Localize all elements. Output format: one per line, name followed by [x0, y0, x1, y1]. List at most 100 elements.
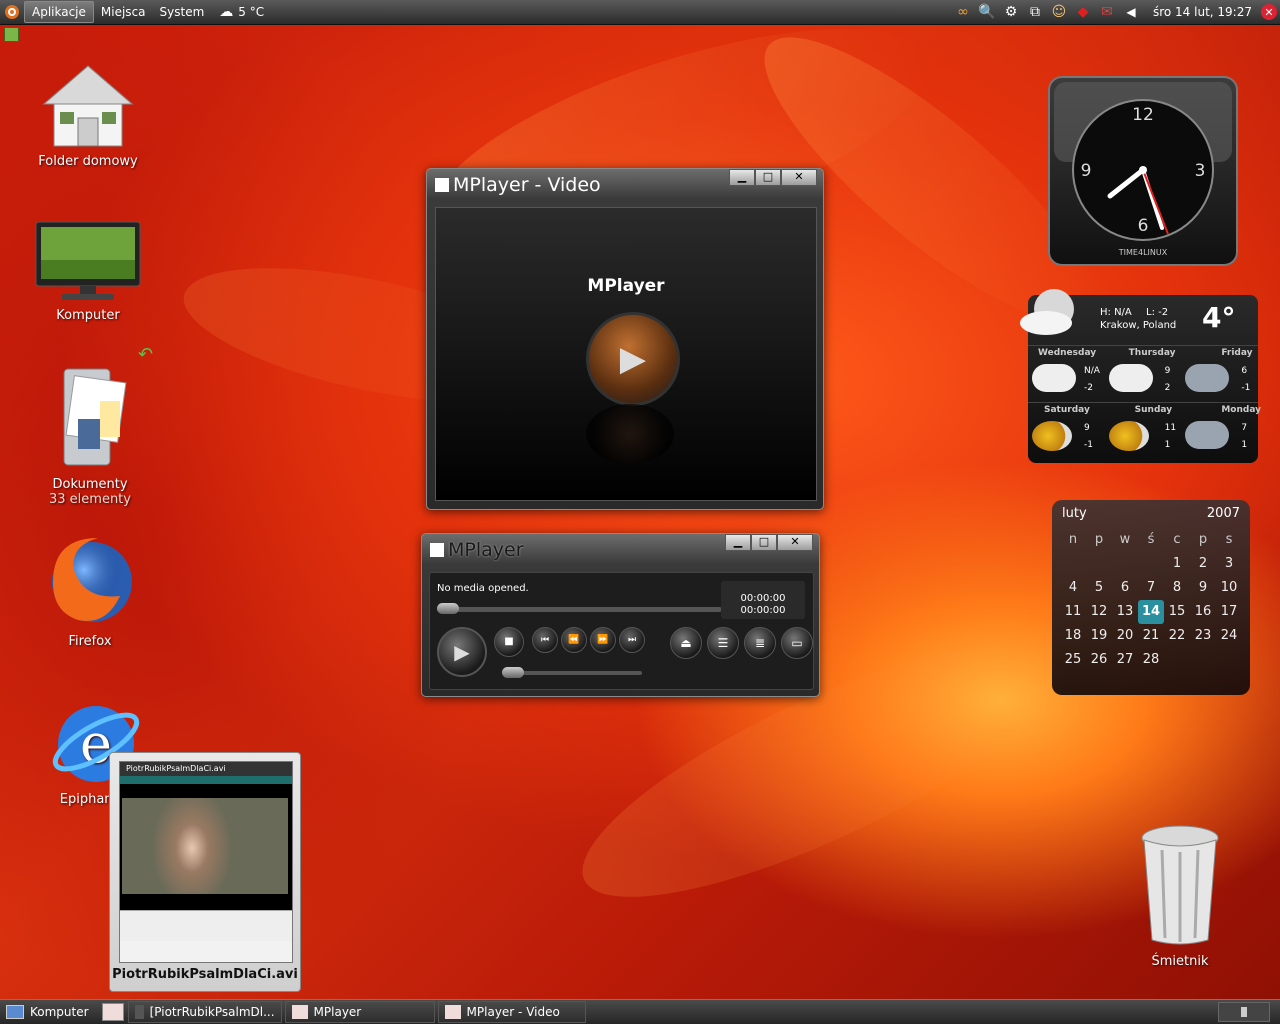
mplayer-video-window[interactable]: MPlayer - Video ▁ □ ✕ MPlayer ▶ [426, 168, 824, 510]
seek-bar[interactable] [437, 603, 722, 614]
calendar-day[interactable]: 23 [1190, 624, 1216, 648]
close-button[interactable]: ✕ [777, 534, 813, 551]
equalizer-button[interactable]: ☰ [707, 627, 739, 659]
play-button[interactable]: ▶ [437, 627, 487, 677]
calendar-day[interactable]: 19 [1086, 624, 1112, 648]
volume-slider[interactable] [502, 667, 642, 678]
desktop-switcher[interactable] [101, 1003, 124, 1021]
calendar-day[interactable]: 14 [1138, 600, 1164, 624]
calendar-day[interactable]: 24 [1216, 624, 1242, 648]
calendar-day[interactable]: 8 [1164, 576, 1190, 600]
calendar-day[interactable]: 17 [1216, 600, 1242, 624]
seek-handle[interactable] [437, 603, 459, 614]
fullscreen-button[interactable]: ▭ [781, 627, 813, 659]
calendar-day[interactable]: 11 [1060, 600, 1086, 624]
network-icon[interactable]: ∞ [954, 3, 972, 21]
desktop-icon-home[interactable]: Folder domowy [28, 60, 148, 169]
mplayer-control-window[interactable]: MPlayer ▁ □ ✕ No media opened. 00:00:00 … [421, 533, 820, 697]
weather-temp[interactable]: 5 °C [238, 5, 264, 19]
maximize-button[interactable]: □ [751, 534, 777, 551]
app-icon [444, 1005, 461, 1019]
snow-icon [1032, 364, 1076, 392]
calendar-day[interactable]: 6 [1112, 576, 1138, 600]
forward-button[interactable]: ⏩ [590, 627, 616, 653]
forecast-lo: 2 [1164, 383, 1171, 393]
ruby-icon[interactable]: ◆ [1074, 3, 1092, 21]
next-button[interactable]: ⏭ [619, 627, 645, 653]
calendar-day[interactable]: 25 [1060, 648, 1086, 672]
calendar-day [1112, 552, 1138, 576]
shutdown-icon[interactable]: ✕ [1261, 4, 1277, 20]
documents-folder-icon [63, 368, 127, 466]
calendar-day[interactable]: 9 [1190, 576, 1216, 600]
calendar-day[interactable]: 22 [1164, 624, 1190, 648]
calendar-day[interactable]: 28 [1138, 648, 1164, 672]
calendar-day[interactable]: 18 [1060, 624, 1086, 648]
forecast-lo: 1 [1164, 440, 1171, 450]
calendar-day[interactable]: 5 [1086, 576, 1112, 600]
search-icon[interactable]: 🔍 [978, 3, 996, 21]
calendar-day[interactable]: 4 [1060, 576, 1086, 600]
window-controls: ▁ □ ✕ [725, 534, 813, 551]
video-area[interactable]: MPlayer ▶ [435, 207, 817, 501]
volume-handle[interactable] [502, 667, 524, 678]
weather-gadget[interactable]: H: N/A L: -2 Krakow, Poland 4° Wednesday… [1020, 289, 1261, 463]
minimize-button[interactable]: ▁ [725, 534, 751, 551]
calendar-day[interactable]: 3 [1216, 552, 1242, 576]
stop-button[interactable]: ■ [494, 627, 524, 657]
calendar-day[interactable]: 12 [1086, 600, 1112, 624]
workspace-switcher[interactable] [1218, 1002, 1270, 1022]
calendar-day[interactable]: 21 [1138, 624, 1164, 648]
playlist-button[interactable]: ≣ [744, 627, 776, 659]
mail-icon[interactable]: ✉ [1098, 3, 1116, 21]
desktop-icon-firefox-label: Firefox [68, 634, 112, 649]
desktop-icon-trash[interactable]: Śmietnik [1120, 820, 1240, 969]
calendar-day[interactable]: 16 [1190, 600, 1216, 624]
weather-cloud-icon[interactable]: ☁ [217, 3, 235, 21]
rewind-button[interactable]: ⏪ [561, 627, 587, 653]
desktop-icon-firefox[interactable]: Firefox [30, 530, 150, 649]
maximize-button[interactable]: □ [755, 169, 781, 186]
desktop-icon-documents[interactable]: Dokumenty 33 elementy [30, 365, 150, 507]
minimize-button[interactable]: ▁ [729, 169, 755, 186]
weather-current-icon [1016, 287, 1086, 341]
previous-button[interactable]: ⏮ [532, 627, 558, 653]
task-button-thumbnail[interactable]: [PiotrRubikPsalmDl... [127, 1001, 282, 1023]
calendar-day [1138, 552, 1164, 576]
calendar-day[interactable]: 10 [1216, 576, 1242, 600]
ubuntu-logo-icon[interactable] [3, 3, 21, 21]
calendar-day[interactable]: 1 [1164, 552, 1190, 576]
home-folder-icon [42, 65, 134, 147]
clock-gadget[interactable]: 12 3 6 9 TIME4LINUX [1048, 76, 1238, 266]
menu-places[interactable]: Miejsca [94, 2, 153, 22]
calendar-gadget[interactable]: luty 2007 n p w ś c p s 1 2 3 4 5 6 7 8 9 10 11 12 13 14 15 16… [1052, 500, 1250, 695]
weather-lo: L: -2 [1146, 307, 1169, 318]
eject-button[interactable]: ⏏ [670, 627, 702, 659]
task-button-mplayer[interactable]: MPlayer [284, 1001, 435, 1023]
computer-monitor-icon [35, 221, 141, 300]
screenshot-icon[interactable]: ⧉ [1026, 3, 1044, 21]
calendar-day[interactable]: 7 [1138, 576, 1164, 600]
user-icon[interactable]: ☺ [1050, 3, 1068, 21]
preview-window: PiotrRubikPsalmDlaCi.avi [119, 761, 293, 963]
close-button[interactable]: ✕ [781, 169, 817, 186]
menu-applications[interactable]: Aplikacje [24, 1, 94, 23]
desktop-icon-computer[interactable]: Komputer [28, 220, 148, 323]
calendar-day[interactable]: 2 [1190, 552, 1216, 576]
calendar-day[interactable]: 13 [1112, 600, 1138, 624]
desktop-icon-trash-label: Śmietnik [1151, 954, 1209, 969]
forecast-lo: -1 [1084, 440, 1093, 450]
workspace-indicator[interactable] [4, 27, 19, 42]
task-button-mplayer-video[interactable]: MPlayer - Video [437, 1001, 586, 1023]
panel-clock[interactable]: śro 14 lut, 19:27 [1153, 5, 1252, 19]
calendar-day[interactable]: 15 [1164, 600, 1190, 624]
calendar-day[interactable]: 20 [1112, 624, 1138, 648]
show-desktop-button[interactable]: Komputer [0, 1002, 95, 1022]
volume-icon[interactable]: ◀ [1122, 3, 1140, 21]
calendar-day[interactable]: 26 [1086, 648, 1112, 672]
bottom-panel: Komputer [PiotrRubikPsalmDl... MPlayer M… [0, 999, 1280, 1024]
window-switcher-preview[interactable]: PiotrRubikPsalmDlaCi.avi PiotrRubikPsalm… [109, 752, 301, 992]
menu-system[interactable]: System [153, 2, 212, 22]
calendar-day[interactable]: 27 [1112, 648, 1138, 672]
settings-icon[interactable]: ⚙ [1002, 3, 1020, 21]
